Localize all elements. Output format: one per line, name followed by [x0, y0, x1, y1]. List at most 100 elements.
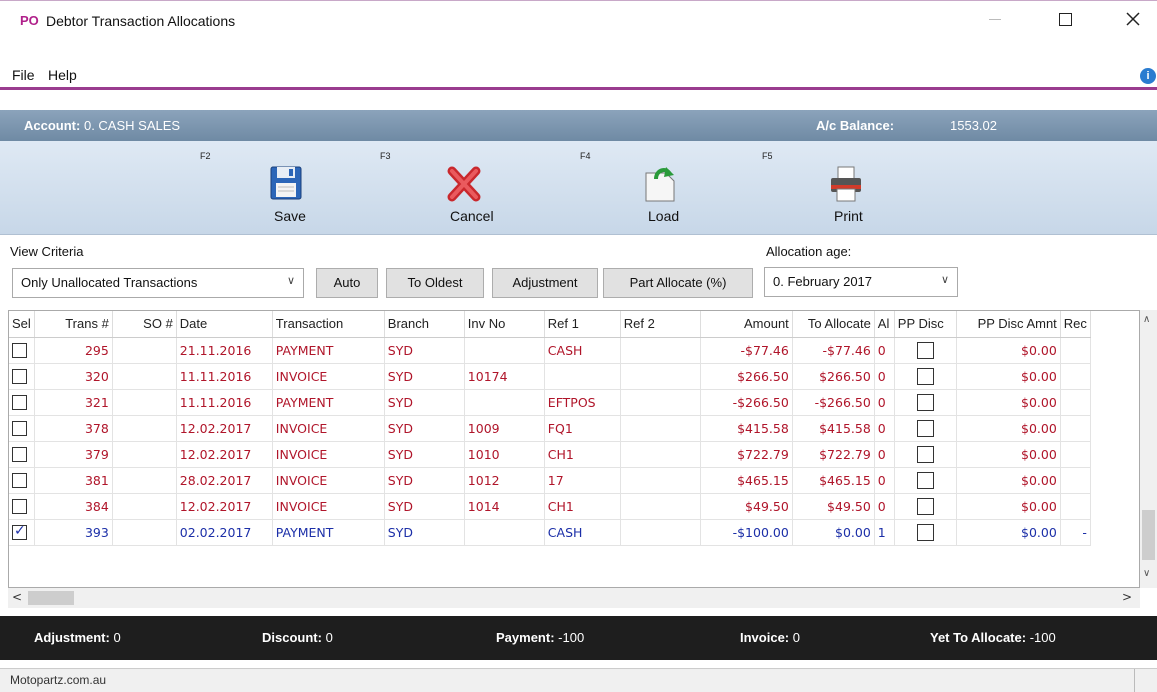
scroll-left-icon[interactable]: <	[12, 590, 22, 604]
info-icon[interactable]: i	[1140, 68, 1156, 84]
to-oldest-button[interactable]: To Oldest	[386, 268, 484, 298]
load-button[interactable]: F4 Load	[580, 141, 700, 235]
cell-pp-disc-amnt: $0.00	[956, 415, 1061, 442]
pp-disc-checkbox[interactable]	[916, 341, 934, 359]
horizontal-scrollbar[interactable]: < >	[8, 588, 1140, 608]
view-criteria-select[interactable]: Only Unallocated Transactions ∨	[12, 268, 304, 298]
pp-disc-checkbox[interactable]	[916, 523, 934, 541]
vertical-scroll-thumb[interactable]	[1142, 510, 1155, 560]
cell-inv	[464, 389, 545, 416]
vertical-scrollbar[interactable]: ∧ ∨	[1140, 310, 1157, 588]
col-header-date[interactable]: Date	[176, 311, 273, 338]
select-checkbox[interactable]	[12, 499, 27, 514]
col-header-sel[interactable]: Sel	[9, 311, 35, 338]
pp-disc-checkbox[interactable]	[916, 393, 934, 411]
cell-transaction: PAYMENT	[272, 337, 385, 364]
select-checkbox[interactable]	[12, 447, 27, 462]
col-header-to-allocate[interactable]: To Allocate	[792, 311, 875, 338]
print-button[interactable]: F5 Print	[762, 141, 882, 235]
table-row[interactable]: 384 12.02.2017 INVOICE SYD 1014 CH1 $49.50 $49.…	[9, 493, 1091, 520]
cell-branch: SYD	[384, 389, 465, 416]
menu-file[interactable]: File	[12, 67, 35, 83]
cell-inv: 1014	[464, 493, 545, 520]
summary-adjustment-value: 0	[113, 630, 121, 645]
table-row[interactable]: 378 12.02.2017 INVOICE SYD 1009 FQ1 $415.58 $41…	[9, 415, 1091, 442]
col-header-pp-disc-amnt[interactable]: PP Disc Amnt	[956, 311, 1061, 338]
cell-to-allocate: $465.15	[792, 467, 875, 494]
print-label: Print	[834, 208, 863, 224]
scroll-right-icon[interactable]: >	[1122, 590, 1132, 604]
chevron-down-icon: ∨	[940, 274, 949, 286]
select-checkbox[interactable]	[12, 395, 27, 410]
cell-date: 11.11.2016	[176, 389, 273, 416]
select-checkbox[interactable]	[12, 473, 27, 488]
cell-pp-disc	[894, 415, 957, 442]
cell-amount: $49.50	[700, 493, 793, 520]
cell-branch: SYD	[384, 519, 465, 546]
cell-inv	[464, 519, 545, 546]
col-header-so[interactable]: SO #	[112, 311, 177, 338]
cancel-button[interactable]: F3 Cancel	[380, 141, 500, 235]
pp-disc-checkbox[interactable]	[916, 367, 934, 385]
col-header-ref2[interactable]: Ref 2	[620, 311, 701, 338]
cell-ref2	[620, 415, 701, 442]
cell-trans: 393	[34, 519, 113, 546]
pp-disc-checkbox[interactable]	[916, 419, 934, 437]
scroll-down-icon[interactable]: ∨	[1143, 568, 1150, 579]
minimize-button[interactable]	[972, 1, 1018, 37]
cell-al: 0	[874, 441, 895, 468]
table-row[interactable]: 295 21.11.2016 PAYMENT SYD CASH -$77.46 -$77.4…	[9, 337, 1091, 364]
allocation-age-select[interactable]: 0. February 2017 ∨	[764, 267, 958, 297]
col-header-rec[interactable]: Rec	[1060, 311, 1091, 338]
transactions-grid: Sel Trans # SO # Date Transaction Branch…	[8, 310, 1140, 588]
select-checkbox[interactable]	[12, 369, 27, 384]
cell-trans: 321	[34, 389, 113, 416]
red-x-icon	[447, 166, 481, 202]
col-header-trans[interactable]: Trans #	[34, 311, 113, 338]
pp-disc-checkbox[interactable]	[916, 497, 934, 515]
status-separator	[1134, 669, 1135, 692]
summary-adjustment-label: Adjustment:	[34, 630, 110, 645]
auto-button[interactable]: Auto	[316, 268, 378, 298]
table-row[interactable]: 320 11.11.2016 INVOICE SYD 10174 $266.50 $266.…	[9, 363, 1091, 390]
cell-sel	[9, 467, 35, 494]
cell-sel	[9, 415, 35, 442]
save-fkey: F2	[200, 151, 211, 161]
cell-to-allocate: -$77.46	[792, 337, 875, 364]
adjustment-button[interactable]: Adjustment	[492, 268, 598, 298]
close-button[interactable]	[1110, 1, 1156, 37]
cell-so	[112, 337, 177, 364]
scroll-up-icon[interactable]: ∧	[1143, 314, 1150, 325]
cell-trans: 379	[34, 441, 113, 468]
cell-inv: 1009	[464, 415, 545, 442]
col-header-transaction[interactable]: Transaction	[272, 311, 385, 338]
horizontal-scroll-thumb[interactable]	[28, 591, 74, 605]
maximize-button[interactable]	[1042, 1, 1088, 37]
select-checkbox[interactable]	[12, 523, 27, 540]
col-header-amount[interactable]: Amount	[700, 311, 793, 338]
col-header-inv-no[interactable]: Inv No	[464, 311, 545, 338]
save-label: Save	[274, 208, 306, 224]
save-button[interactable]: F2 Save	[200, 141, 320, 235]
select-checkbox[interactable]	[12, 343, 27, 358]
maximize-icon	[1058, 12, 1072, 26]
pp-disc-checkbox[interactable]	[916, 471, 934, 489]
col-header-branch[interactable]: Branch	[384, 311, 465, 338]
part-allocate-button[interactable]: Part Allocate (%)	[603, 268, 753, 298]
table-row[interactable]: 381 28.02.2017 INVOICE SYD 1012 17 $465.15 $465…	[9, 467, 1091, 494]
cell-transaction: INVOICE	[272, 493, 385, 520]
col-header-ref1[interactable]: Ref 1	[544, 311, 621, 338]
cell-pp-disc	[894, 467, 957, 494]
summary-yet-to-allocate: Yet To Allocate: -100	[930, 630, 1056, 645]
select-checkbox[interactable]	[12, 421, 27, 436]
summary-discount: Discount: 0	[262, 630, 333, 645]
pp-disc-checkbox[interactable]	[916, 445, 934, 463]
menu-help[interactable]: Help	[48, 67, 77, 83]
col-header-pp-disc[interactable]: PP Disc	[894, 311, 957, 338]
cell-rec: -	[1060, 519, 1091, 546]
col-header-al[interactable]: Al	[874, 311, 895, 338]
table-row[interactable]: 379 12.02.2017 INVOICE SYD 1010 CH1 $722.79 $72…	[9, 441, 1091, 468]
table-row[interactable]: 321 11.11.2016 PAYMENT SYD EFTPOS -$266.50 -$2…	[9, 389, 1091, 416]
cell-al: 0	[874, 389, 895, 416]
table-row[interactable]: 39302.02.2017PAYMENTSYDCASH-$100.00$0.00…	[9, 519, 1091, 546]
